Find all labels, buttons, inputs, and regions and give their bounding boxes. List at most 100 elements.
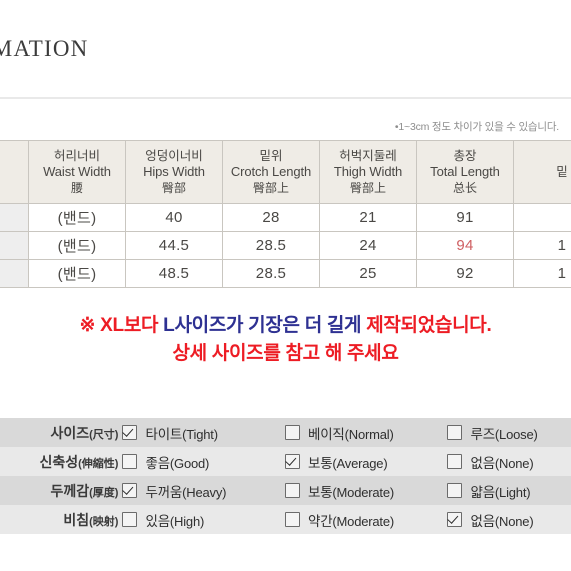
cell-total-length: 92 bbox=[416, 259, 514, 288]
option-label: 약간(Moderate) bbox=[308, 510, 394, 530]
column-header-thigh-cn: 臀部上 bbox=[349, 180, 386, 195]
attribute-label-sheerness-cn: (映射) bbox=[89, 515, 119, 528]
attribute-label-thickness: 두께감(厚度) bbox=[0, 476, 119, 505]
option-sheerness-moderate[interactable]: 약간(Moderate) bbox=[281, 510, 444, 530]
option-label-en: (Normal) bbox=[344, 426, 394, 442]
attribute-option-cell[interactable]: 없음(None) bbox=[443, 447, 571, 476]
checkbox-icon[interactable] bbox=[284, 425, 300, 440]
option-label-en: (Average) bbox=[332, 455, 388, 471]
option-label: 타이트(Tight) bbox=[145, 423, 218, 443]
option-label: 있음(High) bbox=[145, 510, 204, 530]
attribute-option-cell[interactable]: 좋음(Good) bbox=[118, 447, 281, 476]
cell-crotch: 28.5 bbox=[222, 231, 320, 260]
attribute-label-elasticity: 신축성(伸縮性) bbox=[0, 447, 119, 476]
option-label-kr: 베이직 bbox=[307, 426, 345, 442]
option-label-en: (Loose) bbox=[494, 426, 538, 442]
attribute-option-cell[interactable]: 얇음(Light) bbox=[443, 476, 571, 505]
option-elasticity-good[interactable]: 좋음(Good) bbox=[118, 452, 281, 472]
checkbox-icon[interactable] bbox=[284, 454, 300, 469]
attribute-option-cell[interactable]: 없음(None) bbox=[443, 505, 571, 534]
attribute-option-cell[interactable]: 루즈(Loose) bbox=[443, 418, 571, 447]
option-label-en: (High) bbox=[169, 513, 205, 529]
page-header: OMATION bbox=[0, 0, 571, 99]
column-header-waist-cn: 腰 bbox=[70, 180, 83, 195]
checkbox-icon[interactable] bbox=[122, 425, 138, 440]
option-label: 보통(Moderate) bbox=[308, 481, 394, 501]
option-label-en: (Moderate) bbox=[332, 484, 395, 500]
option-label: 좋음(Good) bbox=[145, 452, 209, 472]
cell-size bbox=[0, 203, 29, 232]
cell-extra: 1 bbox=[513, 231, 571, 260]
column-header-thigh: 허벅지둘레 Thigh Width 臀部上 bbox=[319, 140, 417, 204]
cell-hips: 40 bbox=[125, 203, 223, 232]
option-size-normal[interactable]: 베이직(Normal) bbox=[281, 423, 444, 443]
attribute-label-size: 사이즈(尺寸) bbox=[0, 418, 119, 447]
option-label: 보통(Average) bbox=[308, 452, 388, 472]
table-row: (밴드) 48.5 28.5 25 92 1 bbox=[0, 259, 571, 288]
option-label-kr: 보통 bbox=[307, 484, 333, 500]
option-label-kr: 얇음 bbox=[470, 484, 495, 500]
attribute-option-cell[interactable]: 타이트(Tight) bbox=[118, 418, 281, 447]
measurement-tolerance-note: •1~3cm 정도 차이가 있을 수 있습니다. bbox=[394, 121, 559, 133]
attribute-option-cell[interactable]: 베이직(Normal) bbox=[280, 418, 444, 447]
option-thickness-heavy[interactable]: 두꺼움(Heavy) bbox=[118, 481, 281, 501]
option-size-tight[interactable]: 타이트(Tight) bbox=[118, 423, 281, 443]
attribute-option-cell[interactable]: 약간(Moderate) bbox=[280, 505, 444, 534]
option-label: 얇음(Light) bbox=[470, 481, 530, 501]
column-header-total-length: 총장 Total Length 总长 bbox=[416, 140, 514, 204]
checkbox-icon[interactable] bbox=[447, 483, 463, 498]
option-label-en: (Heavy) bbox=[182, 484, 227, 500]
size-warning-line-2: 상세 사이즈를 참고 해 주세요 bbox=[172, 342, 399, 364]
column-header-extra-kr: 밑 bbox=[556, 165, 568, 179]
cell-hips: 48.5 bbox=[125, 259, 223, 288]
column-header-waist-kr: 허리너비 bbox=[53, 149, 100, 163]
attribute-option-cell[interactable]: 두꺼움(Heavy) bbox=[118, 476, 281, 505]
product-attributes-table-container: 사이즈(尺寸) 타이트(Tight) 베이직(Normal) 루즈(Loose)… bbox=[0, 418, 571, 534]
attribute-label-size-kr: 사이즈 bbox=[50, 424, 90, 441]
cell-thigh: 25 bbox=[319, 259, 417, 288]
option-thickness-moderate[interactable]: 보통(Moderate) bbox=[281, 481, 444, 501]
column-header-crotch: 밑위 Crotch Length 臀部上 bbox=[222, 140, 320, 204]
checkbox-icon[interactable] bbox=[284, 483, 300, 498]
column-header-crotch-cn: 臀部上 bbox=[252, 180, 289, 195]
size-warning-block: ※ XL보다 L사이즈가 기장은 더 길게 제작되었습니다. 상세 사이즈를 참… bbox=[0, 312, 571, 367]
attribute-option-cell[interactable]: 보통(Moderate) bbox=[280, 476, 444, 505]
attribute-label-elasticity-kr: 신축성 bbox=[39, 453, 79, 470]
checkbox-icon[interactable] bbox=[447, 425, 463, 440]
column-header-extra: 밑 bbox=[513, 140, 571, 204]
column-header-crotch-kr: 밑위 bbox=[259, 149, 283, 163]
cell-size bbox=[0, 259, 29, 288]
checkbox-icon[interactable] bbox=[447, 454, 463, 469]
option-size-loose[interactable]: 루즈(Loose) bbox=[443, 423, 571, 443]
cell-size bbox=[0, 231, 29, 260]
cell-waist: (밴드) bbox=[28, 231, 126, 260]
option-elasticity-none[interactable]: 없음(None) bbox=[443, 452, 571, 472]
checkbox-icon[interactable] bbox=[122, 483, 138, 498]
attribute-option-cell[interactable]: 보통(Average) bbox=[280, 447, 444, 476]
cell-crotch: 28 bbox=[222, 203, 320, 232]
checkbox-icon[interactable] bbox=[122, 454, 138, 469]
checkbox-icon[interactable] bbox=[284, 512, 300, 527]
option-label: 없음(None) bbox=[470, 452, 533, 472]
option-label: 베이직(Normal) bbox=[308, 423, 394, 443]
size-chart-table-container: 허리너비 Waist Width 腰 엉덩이너비 Hips Width 臀部 밑… bbox=[0, 140, 571, 288]
option-sheerness-none[interactable]: 없음(None) bbox=[443, 510, 571, 530]
column-header-crotch-en: Crotch Length bbox=[230, 164, 312, 179]
size-chart-table: 허리너비 Waist Width 腰 엉덩이너비 Hips Width 臀部 밑… bbox=[0, 140, 571, 288]
checkbox-icon[interactable] bbox=[122, 512, 138, 527]
attribute-label-sheerness-kr: 비침 bbox=[63, 511, 90, 528]
option-label-kr: 보통 bbox=[307, 455, 333, 471]
option-label-en: (Light) bbox=[494, 484, 531, 500]
attribute-row-size: 사이즈(尺寸) 타이트(Tight) 베이직(Normal) 루즈(Loose) bbox=[0, 418, 571, 447]
column-header-waist: 허리너비 Waist Width 腰 bbox=[28, 140, 126, 204]
column-header-hips: 엉덩이너비 Hips Width 臀部 bbox=[125, 140, 223, 204]
attribute-option-cell[interactable]: 있음(High) bbox=[118, 505, 281, 534]
cell-waist: (밴드) bbox=[28, 259, 126, 288]
option-label-kr: 없음 bbox=[470, 455, 495, 471]
option-sheerness-high[interactable]: 있음(High) bbox=[118, 510, 281, 530]
size-chart-body: (밴드) 40 28 21 91 (밴드) 44.5 28.5 24 94 1 … bbox=[0, 203, 571, 288]
checkbox-icon[interactable] bbox=[447, 512, 463, 527]
option-thickness-light[interactable]: 얇음(Light) bbox=[443, 481, 571, 501]
cell-thigh: 21 bbox=[319, 203, 417, 232]
option-elasticity-average[interactable]: 보통(Average) bbox=[281, 452, 444, 472]
